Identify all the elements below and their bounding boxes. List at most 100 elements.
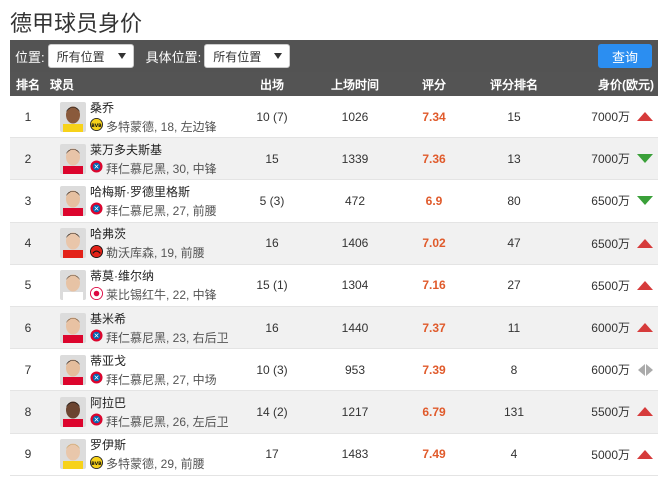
gray-left-right-arrows-icon	[636, 363, 654, 376]
minutes-cell: 1406	[341, 236, 369, 251]
player-cell: 哈弗茨 勒沃库森, 19, 前腰	[46, 225, 232, 261]
player-cell: 哈梅斯·罗德里格斯拜仁慕尼黑, 27, 前腰	[46, 183, 232, 219]
player-cell: 基米希 拜仁慕尼黑, 23, 右后卫	[46, 310, 232, 346]
player-avatar[interactable]	[60, 185, 86, 216]
value-cell: 6500万	[558, 277, 658, 294]
player-team-info: 莱比锡红牛, 22, 中锋	[106, 288, 217, 303]
rank-cell: 3	[24, 193, 32, 208]
rank-cell: 9	[24, 447, 32, 462]
player-cell: 阿拉巴 拜仁慕尼黑, 26, 左后卫	[46, 394, 232, 430]
player-name-link[interactable]: 桑乔	[90, 99, 217, 116]
red-up-triangle-icon	[636, 406, 654, 418]
detail-position-select[interactable]: 所有位置	[204, 44, 291, 68]
player-team-info: 拜仁慕尼黑, 27, 前腰	[106, 203, 217, 218]
header-value[interactable]: 身价(欧元)	[558, 76, 658, 93]
market-value: 7000万	[591, 110, 630, 125]
club-badge-icon	[90, 286, 106, 303]
player-avatar[interactable]	[60, 439, 86, 470]
header-minutes[interactable]: 上场时间	[312, 76, 398, 93]
player-avatar[interactable]	[60, 354, 86, 385]
value-cell: 5000万	[558, 446, 658, 463]
table-row[interactable]: 4 哈弗茨 勒沃库森, 19, 前腰 16 1406 7.02 47 6500万	[10, 222, 658, 265]
header-apps[interactable]: 出场	[232, 76, 312, 93]
detail-position-select-value: 所有位置	[213, 49, 262, 64]
table-row[interactable]: 5 蒂莫·维尔纳 莱比锡红牛, 22, 中锋 15 (1) 1304 7.16 27 6500…	[10, 265, 658, 307]
player-name-link[interactable]: 阿拉巴	[90, 394, 229, 411]
club-badge-icon: BVB	[90, 455, 106, 472]
table-row[interactable]: 7 蒂亚戈 拜仁慕尼黑, 27, 中场 10 (3) 953 7.39 8 6000万	[10, 349, 658, 392]
red-up-triangle-icon	[636, 448, 654, 460]
minutes-cell: 1026	[341, 109, 369, 124]
player-cell: 蒂亚戈拜仁慕尼黑, 27, 中场	[46, 352, 232, 388]
apps-cell: 15	[265, 151, 279, 166]
player-name-link[interactable]: 基米希	[90, 310, 229, 327]
player-team-info: 拜仁慕尼黑, 27, 中场	[106, 372, 217, 387]
rank-cell: 5	[24, 278, 32, 293]
position-select-value: 所有位置	[56, 49, 105, 64]
table-row[interactable]: 2 莱万多夫斯基 拜仁慕尼黑, 30, 中锋 15 1339 7.36 13 7000万	[10, 138, 658, 181]
market-value: 6000万	[591, 321, 630, 336]
rank-cell: 4	[24, 236, 32, 251]
rating-cell: 7.36	[422, 151, 446, 166]
rank-cell: 8	[24, 404, 32, 419]
rank-cell: 7	[24, 362, 32, 377]
player-name-link[interactable]: 哈弗茨	[90, 225, 205, 242]
player-name-link[interactable]: 罗伊斯	[90, 436, 205, 453]
table-row[interactable]: 3 哈梅斯·罗德里格斯 拜仁慕尼黑, 27, 前腰 5 (3) 472 6.9 80 6500…	[10, 180, 658, 223]
market-value: 5000万	[591, 447, 630, 462]
player-team-info: 多特蒙德, 18, 左边锋	[106, 119, 217, 134]
market-value: 6500万	[591, 194, 630, 209]
header-player[interactable]: 球员	[46, 76, 232, 93]
apps-cell: 10 (3)	[256, 362, 288, 377]
table-row[interactable]: 1 桑乔 BVB 多特蒙德, 18, 左边锋 10 (7) 1026 7.34 15 7000万	[10, 96, 658, 139]
rating-cell: 7.02	[422, 236, 446, 251]
minutes-cell: 1339	[341, 151, 369, 166]
player-name-link[interactable]: 莱万多夫斯基	[90, 141, 217, 158]
value-cell: 6500万	[558, 235, 658, 252]
player-avatar[interactable]	[60, 228, 86, 259]
position-label: 位置:	[15, 49, 45, 65]
market-value: 6500万	[591, 278, 630, 293]
table-body: 1 桑乔 BVB 多特蒙德, 18, 左边锋 10 (7) 1026 7.34 15 7000万…	[10, 96, 658, 476]
green-down-triangle-icon	[636, 153, 654, 165]
club-badge-icon	[90, 371, 106, 387]
minutes-cell: 1483	[341, 447, 369, 462]
value-cell: 5500万	[558, 403, 658, 420]
rating-rank-cell: 27	[507, 278, 521, 293]
query-button[interactable]: 查询	[598, 44, 652, 68]
page-title: 德甲球员身价	[10, 12, 143, 37]
player-cell: 莱万多夫斯基 拜仁慕尼黑, 30, 中锋	[46, 141, 232, 177]
market-value: 7000万	[591, 152, 630, 167]
table-row[interactable]: 9 罗伊斯 BVB 多特蒙德, 29, 前腰 17 1483 7.49 4 5000万	[10, 434, 658, 476]
table-header: 排名 球员 出场 上场时间 评分 评分排名 身价(欧元)	[10, 72, 658, 96]
rank-cell: 1	[24, 109, 32, 124]
table-row[interactable]: 8 阿拉巴 拜仁慕尼黑, 26, 左后卫 14 (2) 1217 6.79 131 5500万	[10, 391, 658, 434]
rank-cell: 6	[24, 320, 32, 335]
value-cell: 7000万	[558, 150, 658, 167]
player-value-table: 排名 球员 出场 上场时间 评分 评分排名 身价(欧元) 1 桑乔 BVB 多特蒙德,…	[10, 72, 658, 476]
player-avatar[interactable]	[60, 396, 86, 427]
value-cell: 6500万	[558, 192, 658, 209]
player-avatar[interactable]	[60, 312, 86, 343]
apps-cell: 15 (1)	[256, 278, 288, 293]
position-select[interactable]: 所有位置	[47, 44, 134, 68]
player-avatar[interactable]	[60, 101, 86, 132]
player-avatar[interactable]	[60, 270, 86, 301]
rating-rank-cell: 13	[507, 151, 521, 166]
rating-cell: 7.39	[422, 362, 446, 377]
red-up-triangle-icon	[636, 322, 654, 334]
rating-cell: 6.79	[422, 404, 446, 419]
header-rank[interactable]: 排名	[10, 76, 46, 93]
table-row[interactable]: 6 基米希 拜仁慕尼黑, 23, 右后卫 16 1440 7.37 11 6000万	[10, 306, 658, 350]
header-rating[interactable]: 评分	[398, 76, 470, 93]
header-rating-rank[interactable]: 评分排名	[470, 76, 558, 93]
market-value: 6500万	[591, 236, 630, 251]
rating-rank-cell: 131	[503, 404, 525, 419]
player-name-link[interactable]: 蒂莫·维尔纳	[90, 267, 217, 284]
player-name-link[interactable]: 蒂亚戈	[90, 352, 217, 369]
player-avatar[interactable]	[60, 143, 86, 174]
rating-rank-cell: 47	[507, 236, 521, 251]
club-badge-icon	[90, 413, 106, 429]
apps-cell: 16	[265, 320, 279, 335]
player-name-link[interactable]: 哈梅斯·罗德里格斯	[90, 183, 217, 200]
